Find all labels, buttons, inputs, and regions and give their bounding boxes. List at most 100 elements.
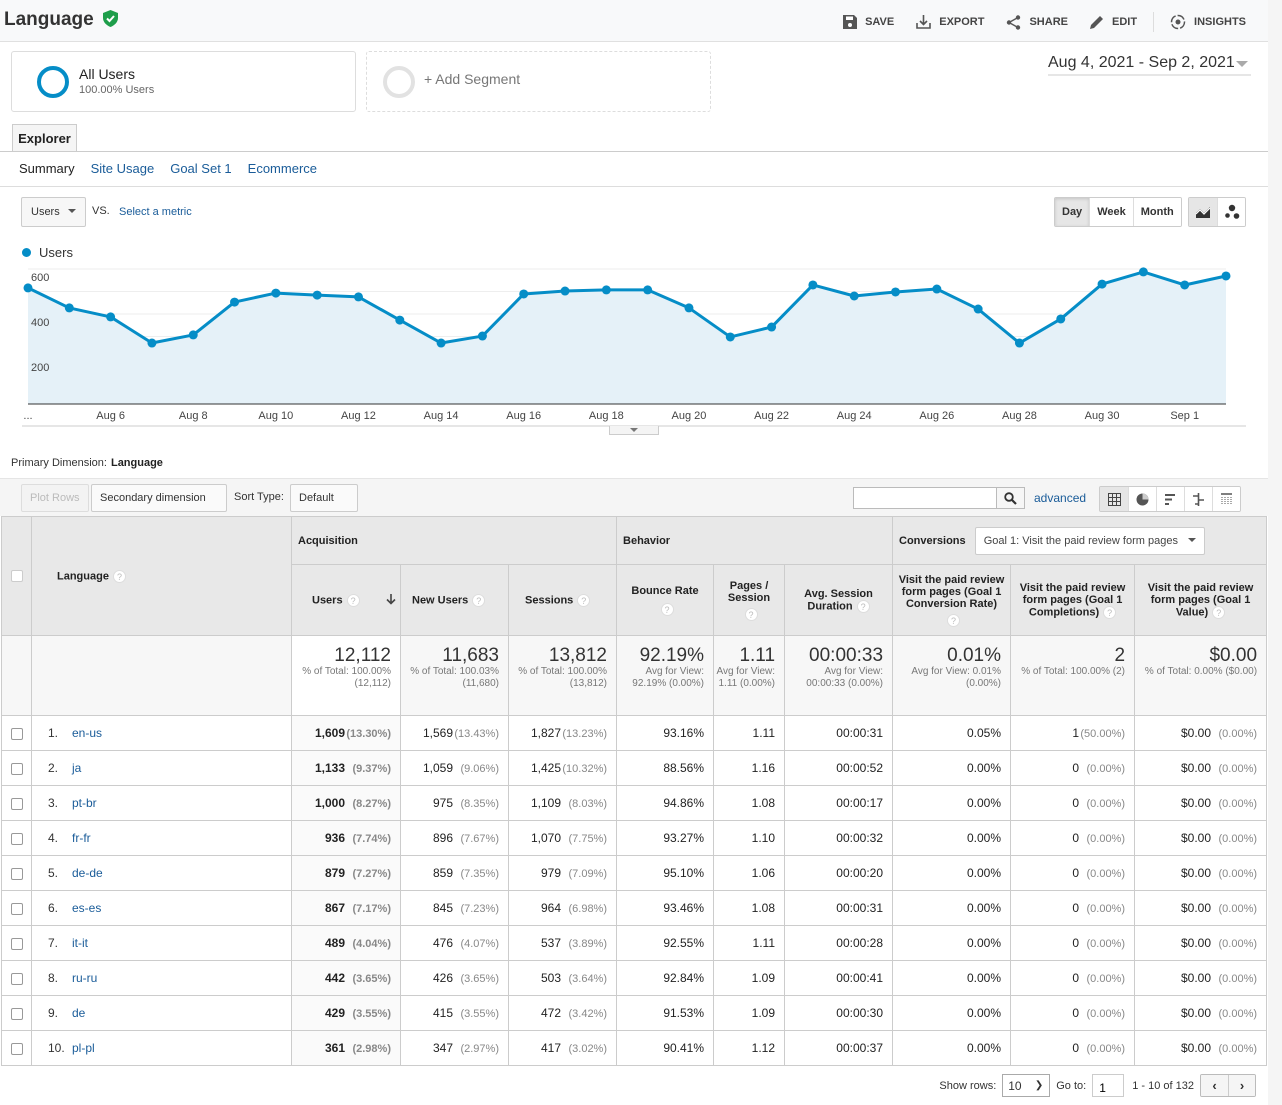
- sessions-cell: 472 (3.42%): [507, 995, 618, 1031]
- row-checkbox[interactable]: [11, 972, 23, 985]
- language-link[interactable]: en-us: [72, 726, 102, 740]
- subtab-goal-set-1[interactable]: Goal Set 1: [170, 161, 231, 176]
- period-day-button[interactable]: Day: [1055, 198, 1090, 226]
- help-icon[interactable]: ?: [947, 613, 961, 627]
- plot-rows-button[interactable]: Plot Rows: [21, 484, 89, 512]
- comparison-view-button[interactable]: [1184, 487, 1212, 511]
- row-checkbox[interactable]: [11, 1007, 23, 1020]
- data-table-view-button[interactable]: [1100, 487, 1128, 511]
- sort-descending-icon: [386, 593, 396, 605]
- table-search-input[interactable]: [853, 487, 997, 509]
- pie-view-button[interactable]: [1128, 487, 1156, 511]
- help-icon[interactable]: ?: [744, 607, 758, 621]
- page-range: 1 - 10 of 132: [1132, 1079, 1194, 1092]
- language-link[interactable]: de: [72, 1006, 85, 1020]
- period-week-button[interactable]: Week: [1089, 198, 1133, 226]
- subtab-site-usage[interactable]: Site Usage: [91, 161, 155, 176]
- goal-value: $0.00: [1181, 936, 1212, 950]
- row-checkbox[interactable]: [11, 867, 23, 880]
- help-icon[interactable]: ?: [346, 593, 360, 607]
- language-link[interactable]: es-es: [72, 901, 101, 915]
- help-icon[interactable]: ?: [1212, 605, 1226, 619]
- total-subtext: % of Total: 100.03% (11,680): [410, 666, 499, 689]
- row-rank: 7.: [48, 936, 59, 950]
- row-checkbox[interactable]: [11, 1042, 23, 1055]
- language-link[interactable]: ru-ru: [72, 971, 97, 985]
- motion-chart-button[interactable]: [1217, 198, 1245, 226]
- table-search-button[interactable]: [996, 487, 1025, 509]
- primary-dimension-value[interactable]: Language: [111, 457, 163, 469]
- share-button[interactable]: SHARE: [1006, 14, 1068, 30]
- next-page-button[interactable]: ›: [1228, 1075, 1255, 1096]
- sort-type-select[interactable]: Default: [290, 484, 358, 525]
- col-sessions[interactable]: Sessions?: [507, 564, 618, 636]
- sessions-cell: 1,070 (7.75%): [507, 820, 618, 856]
- chevron-down-icon: ❯: [1034, 1080, 1044, 1091]
- goal-select[interactable]: Goal 1: Visit the paid review form pages: [974, 526, 1205, 555]
- language-link[interactable]: de-de: [72, 866, 103, 880]
- help-icon[interactable]: ?: [1103, 605, 1117, 619]
- row-checkbox[interactable]: [11, 902, 23, 915]
- row-checkbox-cell: [1, 925, 32, 961]
- col-new-users-label: New Users: [412, 593, 469, 606]
- col-goal1-conversion-rate[interactable]: Visit the paid review form pages (Goal 1…: [892, 564, 1012, 636]
- help-icon[interactable]: ?: [472, 593, 486, 607]
- select-metric-link[interactable]: Select a metric: [119, 206, 192, 218]
- save-button[interactable]: SAVE: [843, 15, 894, 29]
- col-goal1-value[interactable]: Visit the paid review form pages (Goal 1…: [1134, 564, 1268, 636]
- group-conversions: Conversions Goal 1: Visit the paid revie…: [892, 516, 1268, 565]
- subtab-summary[interactable]: Summary: [19, 161, 75, 176]
- language-link[interactable]: pt-br: [72, 796, 97, 810]
- secondary-dimension-select[interactable]: Secondary dimension: [91, 484, 227, 525]
- goto-page-input[interactable]: [1092, 1074, 1125, 1097]
- prev-page-button[interactable]: ‹: [1201, 1075, 1228, 1096]
- advanced-filter-link[interactable]: advanced: [1034, 491, 1086, 505]
- show-rows-select[interactable]: 10 ❯: [1002, 1074, 1051, 1097]
- col-users[interactable]: Users?: [291, 564, 401, 636]
- goal-value-percent: (0.00%): [1218, 903, 1258, 915]
- select-all-checkbox[interactable]: [10, 570, 23, 583]
- export-label: EXPORT: [939, 16, 985, 28]
- language-link[interactable]: fr-fr: [72, 831, 91, 845]
- language-link[interactable]: it-it: [72, 936, 88, 950]
- conv-rate-cell: 0.00%: [892, 785, 1012, 821]
- help-icon[interactable]: ?: [112, 569, 126, 583]
- insights-button[interactable]: INSIGHTS: [1170, 14, 1246, 30]
- col-goal1-completions[interactable]: Visit the paid review form pages (Goal 1…: [1010, 564, 1136, 636]
- chart-resize-handle[interactable]: [609, 426, 659, 435]
- row-checkbox[interactable]: [11, 832, 23, 845]
- col-pages-session[interactable]: Pages / Session?: [713, 564, 786, 636]
- col-new-users[interactable]: New Users?: [400, 564, 509, 636]
- tab-explorer[interactable]: Explorer: [12, 124, 77, 152]
- language-link[interactable]: pl-pl: [72, 1041, 95, 1055]
- subtab-ecommerce[interactable]: Ecommerce: [248, 161, 317, 176]
- col-avg-session-duration[interactable]: Avg. Session Duration?: [784, 564, 894, 636]
- period-toggle: Day Week Month: [1054, 197, 1182, 227]
- segment-all-users[interactable]: All Users 100.00% Users: [11, 51, 356, 112]
- export-button[interactable]: EXPORT: [916, 15, 984, 29]
- row-checkbox[interactable]: [11, 727, 23, 740]
- help-icon[interactable]: ?: [660, 602, 674, 616]
- pivot-view-button[interactable]: [1212, 487, 1240, 511]
- x-tick-label: Aug 24: [837, 410, 872, 422]
- performance-view-button[interactable]: [1156, 487, 1184, 511]
- chevron-down-icon: [67, 209, 76, 213]
- metric-select[interactable]: Users: [21, 197, 86, 227]
- dimension-header[interactable]: Language?: [31, 516, 292, 636]
- row-checkbox[interactable]: [11, 937, 23, 950]
- period-month-button[interactable]: Month: [1132, 198, 1181, 226]
- goal-value: $0.00: [1181, 1041, 1212, 1055]
- language-link[interactable]: ja: [72, 761, 81, 775]
- help-icon[interactable]: ?: [577, 593, 591, 607]
- date-range-picker[interactable]: Aug 4, 2021 - Sep 2, 2021: [1048, 54, 1251, 76]
- data-point: [271, 288, 281, 298]
- row-checkbox[interactable]: [11, 762, 23, 775]
- bounce-rate-cell: 92.55%: [616, 925, 715, 961]
- new-users-cell: 476 (4.07%): [400, 925, 509, 961]
- help-icon[interactable]: ?: [856, 599, 870, 613]
- col-bounce-rate[interactable]: Bounce Rate?: [616, 564, 715, 636]
- add-segment-button[interactable]: + Add Segment: [366, 51, 711, 112]
- edit-button[interactable]: EDIT: [1089, 15, 1137, 29]
- row-checkbox[interactable]: [11, 797, 23, 810]
- line-chart-button[interactable]: [1189, 198, 1217, 226]
